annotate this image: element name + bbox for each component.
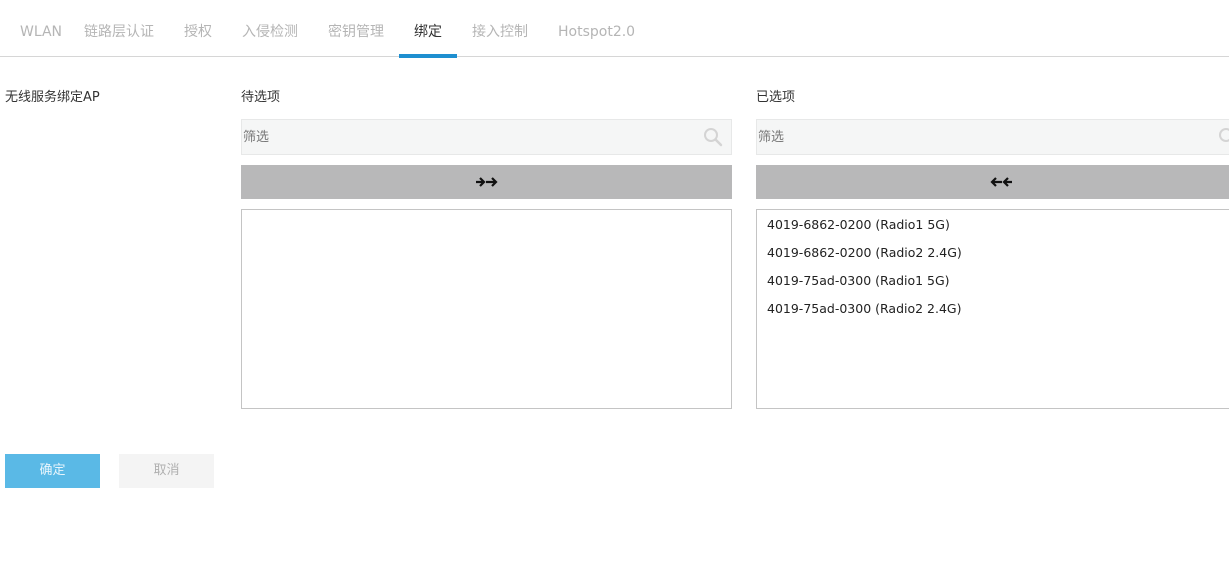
double-arrow-left-icon — [990, 177, 1012, 187]
tab-bar: WLAN 链路层认证 授权 入侵检测 密钥管理 绑定 接入控制 Hotspot2… — [0, 0, 1229, 58]
move-to-selected-button[interactable] — [241, 165, 732, 199]
selected-list[interactable]: 4019-6862-0200 (Radio1 5G) 4019-6862-020… — [756, 209, 1229, 409]
tab-wlan[interactable]: WLAN — [20, 0, 62, 57]
available-filter-input[interactable] — [242, 120, 731, 154]
search-icon[interactable] — [1218, 127, 1229, 147]
tab-hotspot[interactable]: Hotspot2.0 — [558, 0, 635, 57]
available-title: 待选项 — [241, 90, 281, 105]
list-item[interactable]: 4019-75ad-0300 (Radio1 5G) — [757, 267, 1229, 295]
selected-filter — [756, 119, 1229, 155]
wireless-service-binding-page: WLAN 链路层认证 授权 入侵检测 密钥管理 绑定 接入控制 Hotspot2… — [0, 0, 1229, 585]
binding-field-label: 无线服务绑定AP — [5, 90, 100, 105]
double-arrow-right-icon — [476, 177, 498, 187]
selected-filter-input[interactable] — [757, 120, 1229, 154]
tab-authorization[interactable]: 授权 — [184, 0, 212, 57]
tab-link-auth[interactable]: 链路层认证 — [84, 0, 154, 57]
available-filter — [241, 119, 732, 155]
list-item[interactable]: 4019-6862-0200 (Radio1 5G) — [757, 211, 1229, 239]
tab-access-control[interactable]: 接入控制 — [472, 0, 528, 57]
tab-intrusion-detection[interactable]: 入侵检测 — [242, 0, 298, 57]
selected-title: 已选项 — [756, 90, 796, 105]
move-to-available-button[interactable] — [756, 165, 1229, 199]
cancel-button[interactable]: 取消 — [119, 454, 214, 488]
tab-key-management[interactable]: 密钥管理 — [328, 0, 384, 57]
list-item[interactable]: 4019-6862-0200 (Radio2 2.4G) — [757, 239, 1229, 267]
list-item[interactable]: 4019-75ad-0300 (Radio2 2.4G) — [757, 295, 1229, 323]
available-list[interactable] — [241, 209, 732, 409]
confirm-button[interactable]: 确定 — [5, 454, 100, 488]
active-tab-indicator — [399, 54, 457, 58]
search-icon[interactable] — [703, 127, 723, 147]
tab-binding[interactable]: 绑定 — [399, 0, 457, 57]
